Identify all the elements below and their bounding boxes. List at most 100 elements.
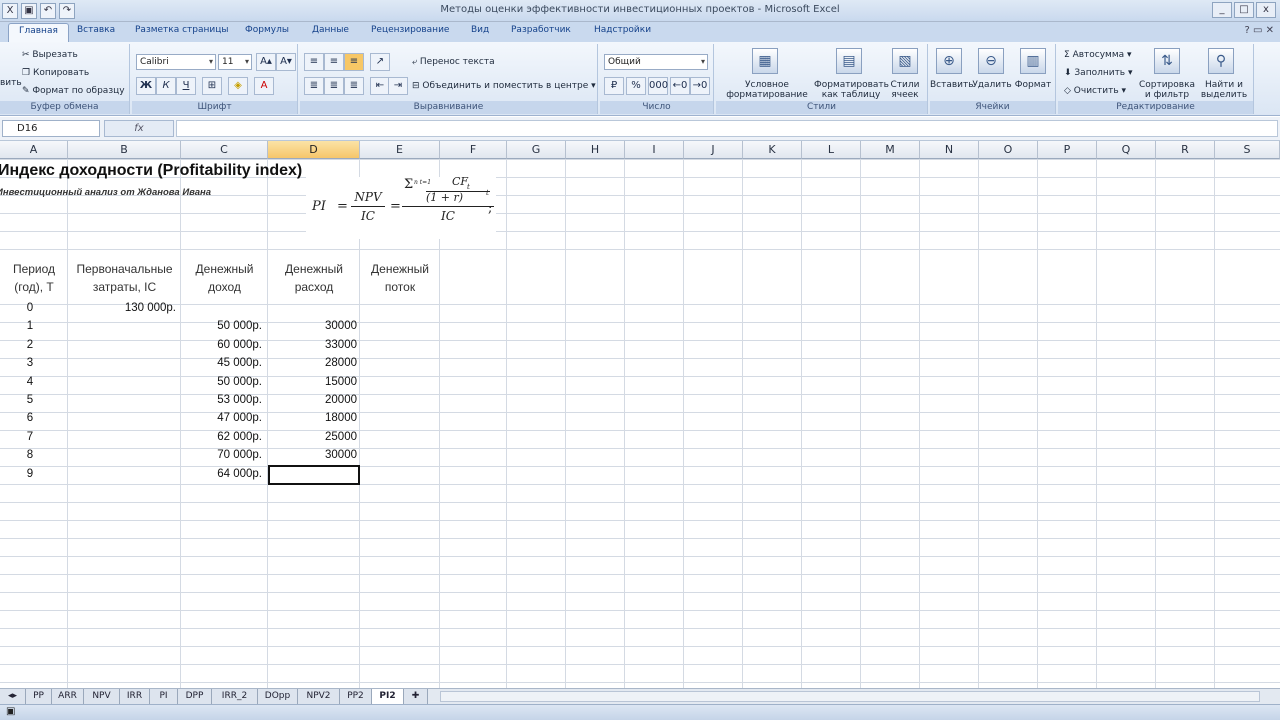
column-header-b[interactable]: B bbox=[68, 141, 181, 159]
column-header-l[interactable]: L bbox=[802, 141, 861, 159]
cell-income[interactable]: 70 000р. bbox=[181, 449, 262, 461]
name-box[interactable]: D16 bbox=[2, 120, 100, 137]
cell-expense[interactable]: 33000 bbox=[268, 339, 357, 351]
cut-button[interactable]: ✂ Вырезать bbox=[22, 50, 78, 60]
zoom-slider[interactable] bbox=[1102, 707, 1272, 718]
column-header-m[interactable]: M bbox=[861, 141, 920, 159]
format-as-table-button[interactable]: Форматировать как таблицу bbox=[814, 80, 889, 100]
fill-button[interactable]: ⬇ Заполнить ▾ bbox=[1064, 68, 1133, 78]
orientation-icon[interactable]: ↗ bbox=[370, 53, 390, 71]
cell-income[interactable]: 53 000р. bbox=[181, 394, 262, 406]
conditional-format-button[interactable]: Условное форматирование bbox=[720, 80, 814, 100]
close-button[interactable]: x bbox=[1256, 2, 1276, 18]
tab-scroll-icon[interactable]: ◂▸ bbox=[0, 689, 26, 704]
column-header-d[interactable]: D bbox=[268, 141, 360, 159]
wrap-text-button[interactable]: ⤶ Перенос текста bbox=[412, 57, 495, 67]
thousands-button[interactable]: 000 bbox=[648, 77, 668, 95]
increase-decimal-icon[interactable]: ←0 bbox=[670, 77, 690, 95]
cell-income[interactable]: 60 000р. bbox=[181, 339, 262, 351]
cell-period[interactable]: 7 bbox=[0, 431, 60, 443]
find-select-icon[interactable]: ⚲ bbox=[1208, 48, 1234, 74]
macro-record-icon[interactable]: ▣ bbox=[6, 706, 15, 717]
fill-color-icon[interactable]: ◈ bbox=[228, 77, 248, 95]
cell-expense[interactable]: 20000 bbox=[268, 394, 357, 406]
cell-period[interactable]: 5 bbox=[0, 394, 60, 406]
format-cells-icon[interactable]: ▥ bbox=[1020, 48, 1046, 74]
cell-period[interactable]: 1 bbox=[0, 320, 60, 332]
cell-period[interactable]: 6 bbox=[0, 412, 60, 424]
tab-home[interactable]: Главная bbox=[8, 23, 69, 42]
delete-button[interactable]: Удалить bbox=[972, 80, 1012, 90]
grow-font-icon[interactable]: A▴ bbox=[256, 53, 276, 71]
cell-period[interactable]: 8 bbox=[0, 449, 60, 461]
column-header-r[interactable]: R bbox=[1156, 141, 1215, 159]
italic-button[interactable]: К bbox=[156, 77, 176, 95]
tab-addins[interactable]: Надстройки bbox=[594, 25, 651, 35]
cell-expense[interactable]: 15000 bbox=[268, 376, 357, 388]
sheet-tab-irr[interactable]: IRR bbox=[120, 689, 150, 704]
sheet-tab-pi[interactable]: PI bbox=[150, 689, 178, 704]
currency-icon[interactable]: ₽ bbox=[604, 77, 624, 95]
insert-button[interactable]: Вставить bbox=[930, 80, 974, 90]
minimize-button[interactable]: _ bbox=[1212, 2, 1232, 18]
find-select-button[interactable]: Найти и выделить bbox=[1196, 80, 1252, 100]
cell-expense[interactable]: 25000 bbox=[268, 431, 357, 443]
cell-period[interactable]: 4 bbox=[0, 376, 60, 388]
cell-initial-cost[interactable]: 130 000р. bbox=[68, 302, 176, 314]
column-header-j[interactable]: J bbox=[684, 141, 743, 159]
format-painter-button[interactable]: ✎ Формат по образцу bbox=[22, 86, 125, 96]
sheet-tab-arr[interactable]: ARR bbox=[52, 689, 84, 704]
cell-income[interactable]: 50 000р. bbox=[181, 376, 262, 388]
cell-expense[interactable]: 18000 bbox=[268, 412, 357, 424]
column-header-i[interactable]: I bbox=[625, 141, 684, 159]
tab-view[interactable]: Вид bbox=[471, 25, 489, 35]
cell-income[interactable]: 47 000р. bbox=[181, 412, 262, 424]
delete-cells-icon[interactable]: ⊖ bbox=[978, 48, 1004, 74]
cell-styles-icon[interactable]: ▧ bbox=[892, 48, 918, 74]
align-left-icon[interactable]: ≣ bbox=[304, 77, 324, 95]
tab-insert[interactable]: Вставка bbox=[77, 25, 115, 35]
column-header-k[interactable]: K bbox=[743, 141, 802, 159]
tab-formulas[interactable]: Формулы bbox=[245, 25, 289, 35]
column-header-s[interactable]: S bbox=[1215, 141, 1280, 159]
align-right-icon[interactable]: ≣ bbox=[344, 77, 364, 95]
borders-icon[interactable]: ⊞ bbox=[202, 77, 222, 95]
merge-center-button[interactable]: ⊟ Объединить и поместить в центре ▾ bbox=[412, 81, 596, 91]
cell-income[interactable]: 64 000р. bbox=[181, 468, 262, 480]
column-header-f[interactable]: F bbox=[440, 141, 507, 159]
bold-button[interactable]: Ж bbox=[136, 77, 156, 95]
font-name-select[interactable]: Calibri bbox=[136, 54, 216, 70]
formula-input[interactable] bbox=[176, 120, 1278, 137]
sheet-tab-irr-2[interactable]: IRR_2 bbox=[212, 689, 258, 704]
cell-expense[interactable]: 30000 bbox=[268, 449, 357, 461]
sheet-tab-dpp[interactable]: DPP bbox=[178, 689, 212, 704]
new-sheet-icon[interactable]: ✚ bbox=[404, 689, 428, 704]
sheet-tab-pp2[interactable]: PP2 bbox=[340, 689, 372, 704]
column-header-n[interactable]: N bbox=[920, 141, 979, 159]
align-bottom-icon[interactable]: ≡ bbox=[344, 53, 364, 71]
shrink-font-icon[interactable]: A▾ bbox=[276, 53, 296, 71]
column-header-p[interactable]: P bbox=[1038, 141, 1097, 159]
align-middle-icon[interactable]: ≡ bbox=[324, 53, 344, 71]
worksheet-grid[interactable]: A B C D E F G H I J K L M N O P Q R S Ин… bbox=[0, 141, 1280, 688]
cell-styles-button[interactable]: Стили ячеек bbox=[886, 80, 924, 100]
cell-income[interactable]: 50 000р. bbox=[181, 320, 262, 332]
column-header-c[interactable]: C bbox=[181, 141, 268, 159]
column-header-g[interactable]: G bbox=[507, 141, 566, 159]
cell-income[interactable]: 62 000р. bbox=[181, 431, 262, 443]
sheet-tab-npv[interactable]: NPV bbox=[84, 689, 120, 704]
format-table-icon[interactable]: ▤ bbox=[836, 48, 862, 74]
insert-cells-icon[interactable]: ⊕ bbox=[936, 48, 962, 74]
cell-income[interactable]: 45 000р. bbox=[181, 357, 262, 369]
autosum-button[interactable]: Σ Автосумма ▾ bbox=[1064, 50, 1132, 60]
column-header-q[interactable]: Q bbox=[1097, 141, 1156, 159]
tab-page-layout[interactable]: Разметка страницы bbox=[135, 25, 229, 35]
maximize-button[interactable]: □ bbox=[1234, 2, 1254, 18]
column-header-e[interactable]: E bbox=[360, 141, 440, 159]
sheet-tab-npv2[interactable]: NPV2 bbox=[298, 689, 340, 704]
column-header-o[interactable]: O bbox=[979, 141, 1038, 159]
decrease-decimal-icon[interactable]: →0 bbox=[690, 77, 710, 95]
align-top-icon[interactable]: ≡ bbox=[304, 53, 324, 71]
column-header-a[interactable]: A bbox=[0, 141, 68, 159]
percent-button[interactable]: % bbox=[626, 77, 646, 95]
